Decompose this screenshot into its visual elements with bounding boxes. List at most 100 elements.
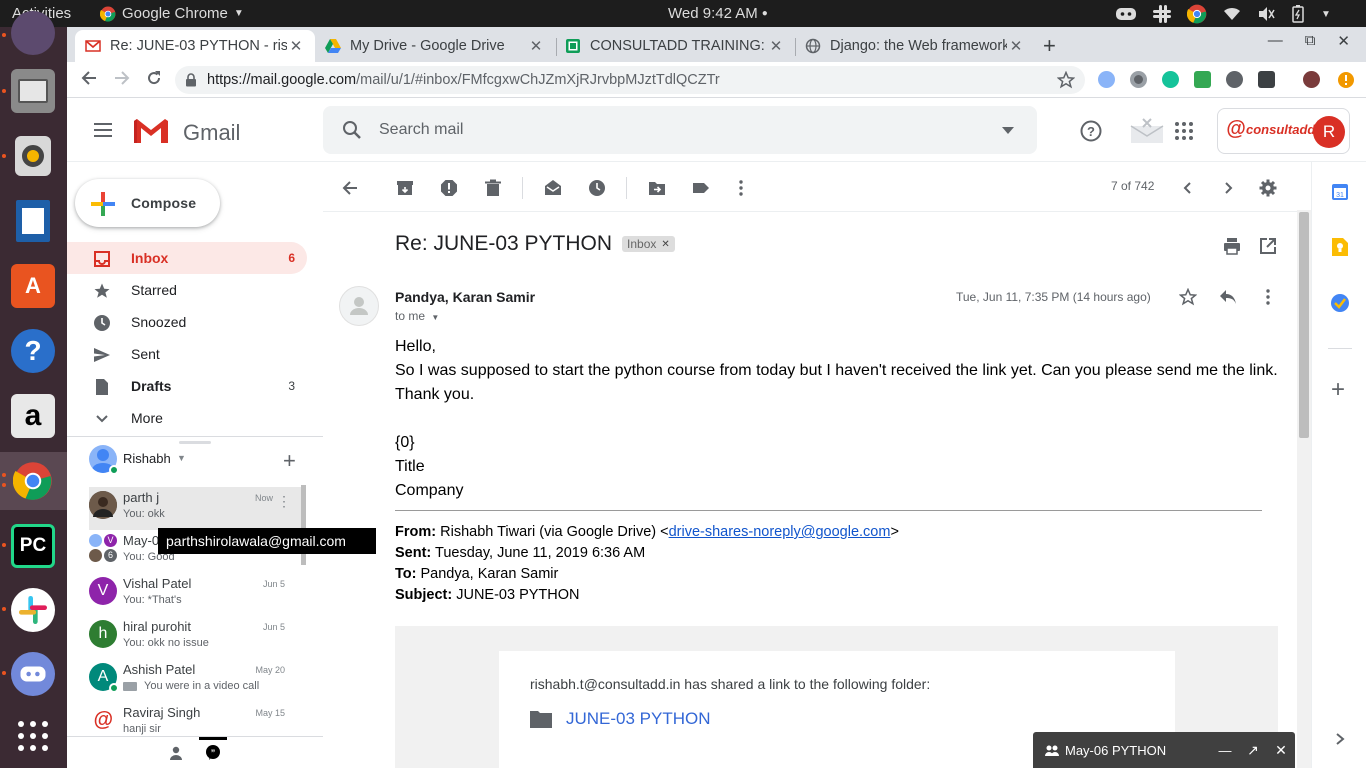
close-window-icon[interactable]: ✕ [1337,32,1350,50]
battery-icon[interactable] [1291,5,1305,23]
older-chevron-icon[interactable] [1219,179,1237,197]
remove-label-icon[interactable]: ✕ [661,239,669,250]
extension-download-icon[interactable] [1194,71,1211,88]
scrollbar-thumb[interactable] [1299,212,1309,438]
label-icon[interactable] [692,179,710,197]
dock-slack-icon[interactable] [11,588,55,632]
extension-info-icon[interactable] [1098,71,1115,88]
reload-icon[interactable] [146,70,162,86]
dock-files-icon[interactable] [11,69,55,113]
profile-avatar-icon[interactable] [1303,71,1320,88]
account-switcher[interactable]: @ consultadd R [1217,108,1350,154]
system-menu-chevron-icon[interactable]: ▼ [1321,9,1331,20]
hangouts-drag-handle[interactable] [179,441,211,444]
slack-tray-icon[interactable] [1153,5,1171,23]
volume-icon[interactable] [1257,6,1275,22]
sidebar-item-drafts[interactable]: Drafts 3 [67,370,307,402]
archive-icon[interactable] [396,179,414,197]
hangouts-quote-icon[interactable]: ” [205,745,221,761]
tab-close-icon[interactable]: ✕ [767,37,785,55]
sidebar-item-starred[interactable]: Starred [67,274,307,306]
print-icon[interactable] [1223,237,1241,255]
close-chat-icon[interactable]: ✕ [1267,742,1295,759]
tab-gmail[interactable]: Re: JUNE-03 PYTHON - rishabh ✕ [75,30,315,62]
hangouts-conversation[interactable]: A Ashish Patel You were in a video call … [89,659,307,702]
reply-icon[interactable] [1219,289,1237,305]
compose-button[interactable]: Compose [75,179,220,227]
tasks-icon[interactable] [1330,293,1350,313]
wifi-icon[interactable] [1223,6,1241,22]
dock-help-icon[interactable]: ? [11,329,55,373]
app-menu[interactable]: Google Chrome ▼ [100,5,244,22]
sidebar-item-snoozed[interactable]: Snoozed [67,306,307,338]
dock-chrome-icon[interactable] [11,459,55,503]
status-dropdown-icon[interactable]: ▼ [177,453,186,463]
chrome-tray-icon[interactable] [1187,4,1207,24]
forward-arrow-icon[interactable] [114,70,130,86]
hangouts-conversation[interactable]: V Vishal Patel You: *That's Jun 5 [89,573,307,616]
lock-icon[interactable] [185,73,197,87]
tab-close-icon[interactable]: ✕ [287,37,305,55]
tab-google-drive[interactable]: My Drive - Google Drive ✕ [315,30,555,62]
popout-chat-icon[interactable]: ↗ [1239,742,1267,759]
apps-grid-icon[interactable] [1175,122,1193,140]
dock-software-center-icon[interactable]: A [11,264,55,308]
hangouts-conversation[interactable]: h hiral purohit You: okk no issue Jun 5 [89,616,307,659]
tab-consultadd-training[interactable]: CONSULTADD TRAINING: ... ✕ [555,30,795,62]
more-actions-icon[interactable] [732,179,750,197]
delete-icon[interactable] [484,179,502,197]
report-spam-icon[interactable] [440,179,458,197]
keep-icon[interactable] [1331,237,1349,257]
tab-close-icon[interactable]: ✕ [1007,37,1025,55]
account-avatar[interactable]: R [1313,116,1345,148]
back-arrow-icon[interactable] [81,70,97,86]
extension-grammarly-icon[interactable] [1162,71,1179,88]
search-options-icon[interactable] [1002,127,1014,134]
contacts-person-icon[interactable] [169,746,183,760]
new-conversation-icon[interactable]: + [283,448,296,474]
main-menu-icon[interactable] [93,122,113,138]
dock-amazon-icon[interactable]: a [11,394,55,438]
email-scrollbar[interactable] [1297,210,1311,768]
dock-show-apps-icon[interactable] [11,714,55,758]
new-tab-button[interactable]: + [1043,33,1056,59]
search-icon[interactable] [342,120,362,140]
mark-as-unread-icon[interactable] [544,179,562,197]
hangouts-conversation[interactable]: parth j You: okk Now ⋮ [89,487,305,530]
gmail-logo-icon[interactable] [132,117,170,145]
extension-screenshot-icon[interactable] [1258,71,1275,88]
sender-name[interactable]: Pandya, Karan Samir [395,289,535,305]
minimize-icon[interactable]: — [1268,32,1283,50]
move-to-icon[interactable] [648,179,666,197]
more-options-icon[interactable]: ⋮ [277,494,291,508]
show-details-icon[interactable]: ▼ [431,313,439,322]
chrome-menu-icon[interactable] [1337,71,1355,89]
back-to-inbox-icon[interactable] [341,179,359,197]
newer-chevron-icon[interactable] [1179,179,1197,197]
dock-rhythmbox-icon[interactable] [11,134,55,178]
sidebar-item-inbox[interactable]: Inbox 6 [67,242,307,274]
sender-email-link[interactable]: drive-shares-noreply@google.com [669,524,891,540]
minimize-chat-icon[interactable]: — [1211,743,1239,758]
clock[interactable]: Wed 9:42 AM ● [668,5,768,22]
bookmark-star-icon[interactable] [1057,71,1075,89]
dock-discord-icon[interactable] [11,652,55,696]
inbox-label-chip[interactable]: Inbox ✕ [622,236,675,252]
chat-window-bar[interactable]: May-06 PYTHON — ↗ ✕ [1033,732,1295,768]
search-bar[interactable] [323,106,1037,154]
maximize-icon[interactable]: ⧉ [1305,32,1316,50]
sender-avatar[interactable] [339,286,379,326]
more-message-actions-icon[interactable] [1259,288,1277,306]
sidebar-item-more[interactable]: More [67,402,307,434]
dock-pycharm-icon[interactable]: PC [11,524,55,568]
settings-gear-icon[interactable] [1259,179,1277,197]
hangouts-user-row[interactable]: Rishabh ▼ + [89,445,309,477]
dock-thunderbird-icon[interactable] [11,11,55,55]
tab-django[interactable]: Django: the Web framework ✕ [795,30,1035,62]
shared-folder-link[interactable]: JUNE-03 PYTHON [530,709,711,729]
extension-bulb-icon[interactable] [1226,71,1243,88]
discord-tray-icon[interactable] [1115,6,1137,22]
star-icon[interactable] [1179,288,1197,306]
search-input[interactable] [379,106,979,154]
expand-panel-chevron-icon[interactable] [1334,732,1346,746]
